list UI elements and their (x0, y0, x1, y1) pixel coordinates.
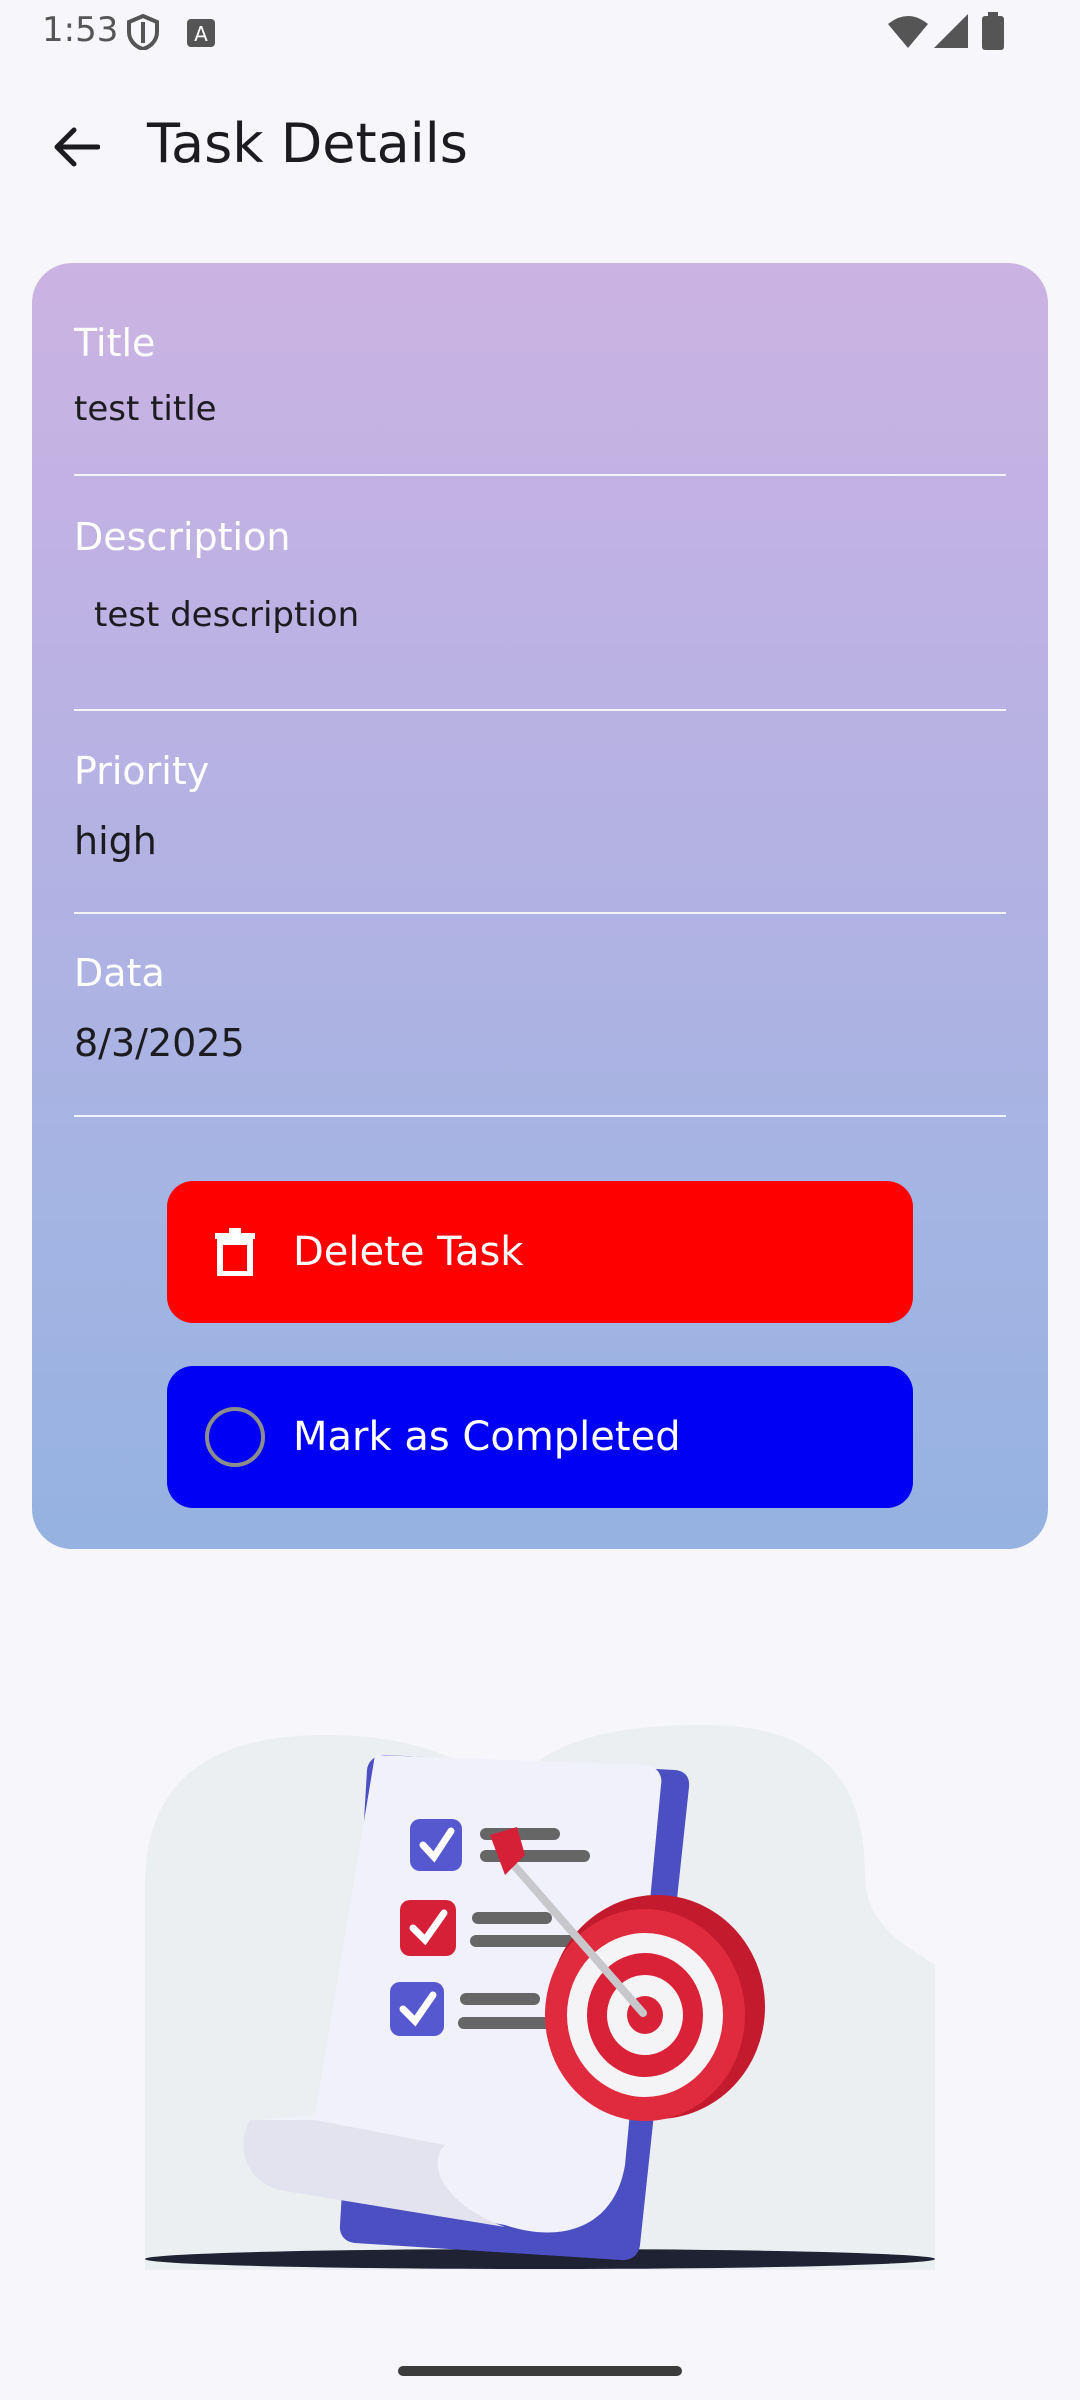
wifi-icon (888, 16, 928, 48)
divider (74, 1115, 1006, 1117)
mark-completed-label: Mark as Completed (293, 1414, 681, 1460)
page-title: Task Details (147, 112, 468, 175)
priority-value: high (74, 819, 157, 863)
home-indicator[interactable] (398, 2366, 682, 2376)
divider (74, 709, 1006, 711)
keyboard-a-icon: A (187, 19, 215, 47)
battery-icon (982, 12, 1004, 50)
signal-icon (934, 14, 968, 48)
title-field: Title test title (74, 321, 1006, 429)
divider (74, 912, 1006, 914)
checklist-target-illustration (145, 1725, 935, 2270)
arrow-back-icon (54, 127, 100, 167)
back-button[interactable] (40, 110, 114, 184)
delete-task-label: Delete Task (293, 1229, 524, 1275)
description-field: Description test description (74, 515, 1006, 635)
priority-field: Priority high (74, 749, 1006, 863)
delete-task-button[interactable]: Delete Task (167, 1181, 913, 1323)
status-bar: 1:53 A (0, 0, 1080, 64)
date-field: Data 8/3/2025 (74, 951, 1006, 1065)
title-label: Title (74, 321, 156, 365)
date-label: Data (74, 951, 165, 995)
mark-completed-button[interactable]: Mark as Completed (167, 1366, 913, 1508)
svg-text:A: A (194, 22, 208, 46)
description-label: Description (74, 515, 291, 559)
shield-icon (127, 14, 159, 50)
description-value: test description (94, 595, 360, 635)
date-value: 8/3/2025 (74, 1021, 245, 1065)
title-value: test title (74, 389, 217, 429)
divider (74, 474, 1006, 476)
top-app-bar: Task Details (0, 90, 1080, 206)
task-details-card: Title test title Description test descri… (32, 263, 1048, 1549)
trash-icon (201, 1218, 269, 1286)
status-time: 1:53 (42, 10, 119, 50)
circle-outline-icon (201, 1403, 269, 1471)
priority-label: Priority (74, 749, 210, 793)
